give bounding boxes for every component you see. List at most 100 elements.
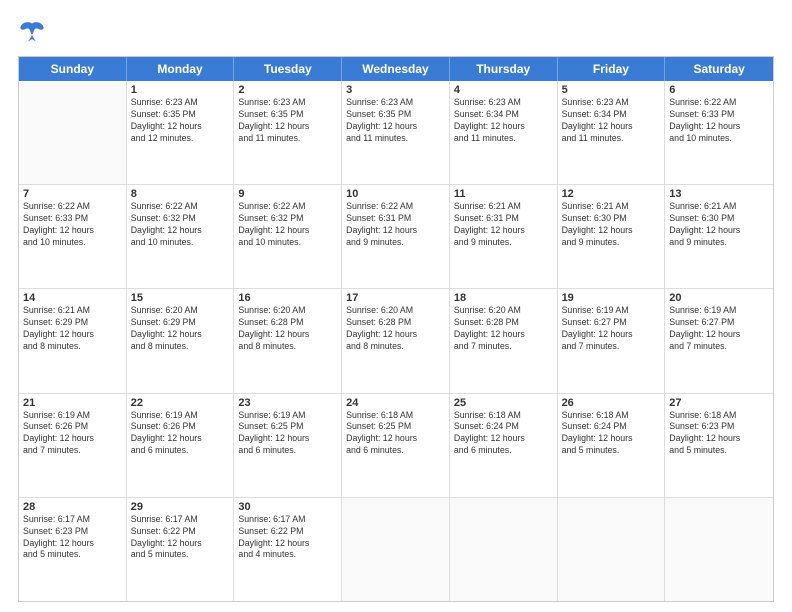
day-number: 3 — [346, 84, 445, 96]
calendar-cell: 2Sunrise: 6:23 AM Sunset: 6:35 PM Daylig… — [234, 81, 342, 184]
calendar-cell: 22Sunrise: 6:19 AM Sunset: 6:26 PM Dayli… — [127, 394, 235, 497]
calendar-cell: 5Sunrise: 6:23 AM Sunset: 6:34 PM Daylig… — [558, 81, 666, 184]
day-info: Sunrise: 6:21 AM Sunset: 6:30 PM Dayligh… — [669, 201, 769, 249]
calendar-cell: 7Sunrise: 6:22 AM Sunset: 6:33 PM Daylig… — [19, 185, 127, 288]
day-number: 14 — [23, 292, 122, 304]
day-info: Sunrise: 6:21 AM Sunset: 6:30 PM Dayligh… — [562, 201, 661, 249]
day-number: 5 — [562, 84, 661, 96]
day-number: 23 — [238, 397, 337, 409]
day-number: 15 — [131, 292, 230, 304]
day-info: Sunrise: 6:22 AM Sunset: 6:33 PM Dayligh… — [669, 97, 769, 145]
day-info: Sunrise: 6:18 AM Sunset: 6:24 PM Dayligh… — [562, 410, 661, 458]
day-info: Sunrise: 6:21 AM Sunset: 6:29 PM Dayligh… — [23, 305, 122, 353]
calendar-cell: 25Sunrise: 6:18 AM Sunset: 6:24 PM Dayli… — [450, 394, 558, 497]
calendar-cell: 20Sunrise: 6:19 AM Sunset: 6:27 PM Dayli… — [665, 289, 773, 392]
day-number: 8 — [131, 188, 230, 200]
calendar-cell: 9Sunrise: 6:22 AM Sunset: 6:32 PM Daylig… — [234, 185, 342, 288]
calendar-header: SundayMondayTuesdayWednesdayThursdayFrid… — [19, 57, 773, 81]
calendar-cell: 1Sunrise: 6:23 AM Sunset: 6:35 PM Daylig… — [127, 81, 235, 184]
day-number: 27 — [669, 397, 769, 409]
calendar-cell: 17Sunrise: 6:20 AM Sunset: 6:28 PM Dayli… — [342, 289, 450, 392]
day-info: Sunrise: 6:18 AM Sunset: 6:24 PM Dayligh… — [454, 410, 553, 458]
calendar-cell: 30Sunrise: 6:17 AM Sunset: 6:22 PM Dayli… — [234, 498, 342, 601]
day-info: Sunrise: 6:23 AM Sunset: 6:35 PM Dayligh… — [238, 97, 337, 145]
calendar-cell-empty — [19, 81, 127, 184]
calendar-cell: 23Sunrise: 6:19 AM Sunset: 6:25 PM Dayli… — [234, 394, 342, 497]
day-info: Sunrise: 6:19 AM Sunset: 6:25 PM Dayligh… — [238, 410, 337, 458]
day-info: Sunrise: 6:20 AM Sunset: 6:29 PM Dayligh… — [131, 305, 230, 353]
calendar-cell: 10Sunrise: 6:22 AM Sunset: 6:31 PM Dayli… — [342, 185, 450, 288]
day-info: Sunrise: 6:17 AM Sunset: 6:23 PM Dayligh… — [23, 514, 122, 562]
day-info: Sunrise: 6:19 AM Sunset: 6:27 PM Dayligh… — [669, 305, 769, 353]
day-number: 28 — [23, 501, 122, 513]
day-info: Sunrise: 6:19 AM Sunset: 6:26 PM Dayligh… — [23, 410, 122, 458]
calendar-row: 7Sunrise: 6:22 AM Sunset: 6:33 PM Daylig… — [19, 185, 773, 289]
day-number: 12 — [562, 188, 661, 200]
calendar-row: 28Sunrise: 6:17 AM Sunset: 6:23 PM Dayli… — [19, 498, 773, 601]
calendar-cell: 18Sunrise: 6:20 AM Sunset: 6:28 PM Dayli… — [450, 289, 558, 392]
calendar-cell: 16Sunrise: 6:20 AM Sunset: 6:28 PM Dayli… — [234, 289, 342, 392]
day-info: Sunrise: 6:22 AM Sunset: 6:32 PM Dayligh… — [131, 201, 230, 249]
day-info: Sunrise: 6:22 AM Sunset: 6:32 PM Dayligh… — [238, 201, 337, 249]
weekday-header: Friday — [558, 57, 666, 81]
day-info: Sunrise: 6:23 AM Sunset: 6:34 PM Dayligh… — [454, 97, 553, 145]
calendar-cell: 15Sunrise: 6:20 AM Sunset: 6:29 PM Dayli… — [127, 289, 235, 392]
calendar-cell: 28Sunrise: 6:17 AM Sunset: 6:23 PM Dayli… — [19, 498, 127, 601]
day-number: 25 — [454, 397, 553, 409]
day-number: 11 — [454, 188, 553, 200]
page: SundayMondayTuesdayWednesdayThursdayFrid… — [0, 0, 792, 612]
day-number: 30 — [238, 501, 337, 513]
day-info: Sunrise: 6:21 AM Sunset: 6:31 PM Dayligh… — [454, 201, 553, 249]
day-number: 26 — [562, 397, 661, 409]
day-info: Sunrise: 6:18 AM Sunset: 6:25 PM Dayligh… — [346, 410, 445, 458]
day-number: 4 — [454, 84, 553, 96]
calendar-cell: 12Sunrise: 6:21 AM Sunset: 6:30 PM Dayli… — [558, 185, 666, 288]
day-info: Sunrise: 6:23 AM Sunset: 6:35 PM Dayligh… — [131, 97, 230, 145]
calendar-cell: 3Sunrise: 6:23 AM Sunset: 6:35 PM Daylig… — [342, 81, 450, 184]
calendar-cell: 11Sunrise: 6:21 AM Sunset: 6:31 PM Dayli… — [450, 185, 558, 288]
day-number: 6 — [669, 84, 769, 96]
calendar: SundayMondayTuesdayWednesdayThursdayFrid… — [18, 56, 774, 602]
logo — [18, 18, 50, 46]
day-number: 1 — [131, 84, 230, 96]
calendar-cell: 4Sunrise: 6:23 AM Sunset: 6:34 PM Daylig… — [450, 81, 558, 184]
day-number: 16 — [238, 292, 337, 304]
day-number: 10 — [346, 188, 445, 200]
day-info: Sunrise: 6:20 AM Sunset: 6:28 PM Dayligh… — [238, 305, 337, 353]
weekday-header: Monday — [127, 57, 235, 81]
weekday-header: Tuesday — [234, 57, 342, 81]
day-number: 24 — [346, 397, 445, 409]
day-number: 9 — [238, 188, 337, 200]
calendar-cell: 19Sunrise: 6:19 AM Sunset: 6:27 PM Dayli… — [558, 289, 666, 392]
header — [18, 18, 774, 46]
calendar-cell: 24Sunrise: 6:18 AM Sunset: 6:25 PM Dayli… — [342, 394, 450, 497]
day-number: 29 — [131, 501, 230, 513]
calendar-cell-empty — [342, 498, 450, 601]
calendar-cell-empty — [450, 498, 558, 601]
day-info: Sunrise: 6:23 AM Sunset: 6:34 PM Dayligh… — [562, 97, 661, 145]
calendar-row: 14Sunrise: 6:21 AM Sunset: 6:29 PM Dayli… — [19, 289, 773, 393]
day-info: Sunrise: 6:20 AM Sunset: 6:28 PM Dayligh… — [346, 305, 445, 353]
day-info: Sunrise: 6:22 AM Sunset: 6:33 PM Dayligh… — [23, 201, 122, 249]
calendar-cell: 21Sunrise: 6:19 AM Sunset: 6:26 PM Dayli… — [19, 394, 127, 497]
day-number: 21 — [23, 397, 122, 409]
day-number: 7 — [23, 188, 122, 200]
day-number: 18 — [454, 292, 553, 304]
calendar-row: 21Sunrise: 6:19 AM Sunset: 6:26 PM Dayli… — [19, 394, 773, 498]
day-number: 13 — [669, 188, 769, 200]
calendar-cell-empty — [665, 498, 773, 601]
day-number: 19 — [562, 292, 661, 304]
day-info: Sunrise: 6:18 AM Sunset: 6:23 PM Dayligh… — [669, 410, 769, 458]
day-info: Sunrise: 6:19 AM Sunset: 6:27 PM Dayligh… — [562, 305, 661, 353]
weekday-header: Thursday — [450, 57, 558, 81]
day-info: Sunrise: 6:19 AM Sunset: 6:26 PM Dayligh… — [131, 410, 230, 458]
calendar-cell: 14Sunrise: 6:21 AM Sunset: 6:29 PM Dayli… — [19, 289, 127, 392]
day-info: Sunrise: 6:17 AM Sunset: 6:22 PM Dayligh… — [131, 514, 230, 562]
calendar-cell: 13Sunrise: 6:21 AM Sunset: 6:30 PM Dayli… — [665, 185, 773, 288]
day-info: Sunrise: 6:20 AM Sunset: 6:28 PM Dayligh… — [454, 305, 553, 353]
calendar-cell-empty — [558, 498, 666, 601]
calendar-cell: 29Sunrise: 6:17 AM Sunset: 6:22 PM Dayli… — [127, 498, 235, 601]
calendar-cell: 26Sunrise: 6:18 AM Sunset: 6:24 PM Dayli… — [558, 394, 666, 497]
day-info: Sunrise: 6:23 AM Sunset: 6:35 PM Dayligh… — [346, 97, 445, 145]
weekday-header: Saturday — [665, 57, 773, 81]
